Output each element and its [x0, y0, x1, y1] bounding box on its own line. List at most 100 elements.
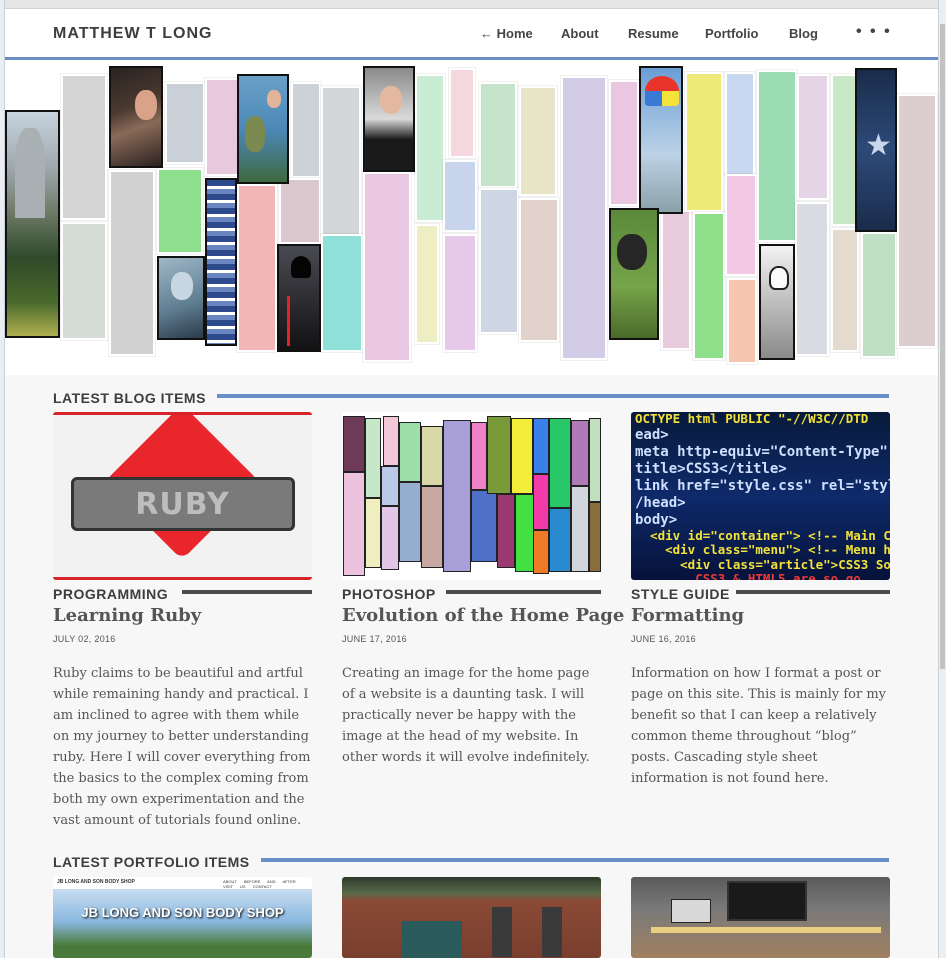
- banner-tile: [861, 232, 897, 358]
- post-title[interactable]: Formatting: [631, 605, 744, 626]
- nav-home[interactable]: ← Home: [480, 26, 533, 41]
- banner-tile: [561, 76, 607, 360]
- portfolio-thumbnail-bodyshop[interactable]: JB LONG AND SON BODY SHOP ABOUT BEFORE A…: [53, 877, 312, 958]
- code-line: body>: [635, 511, 678, 528]
- selfie-photo: [109, 66, 163, 168]
- banner-tile: [363, 172, 411, 362]
- vertical-scrollbar[interactable]: [938, 0, 946, 958]
- code-line: <div id="container"> <!-- Main Co: [635, 527, 890, 543]
- post-excerpt: Information on how I format a post or pa…: [631, 666, 886, 786]
- banner-tile: [725, 174, 757, 276]
- parasail-photo: [639, 66, 683, 214]
- yosemite-photo: [5, 110, 60, 338]
- banner-tile: [757, 70, 797, 242]
- banner-tile: [443, 234, 477, 352]
- post-date: JULY 02, 2016: [53, 634, 116, 644]
- post-excerpt: Ruby claims to be beautiful and artful w…: [53, 666, 311, 828]
- code-line: title>CSS3</title>: [635, 460, 787, 477]
- portfolio-thumbnail-building[interactable]: [342, 877, 601, 958]
- nav-about[interactable]: About: [561, 26, 599, 41]
- banner-tile: [61, 74, 107, 220]
- blog-section-rule: [217, 394, 889, 398]
- nav-portfolio[interactable]: Portfolio: [705, 26, 758, 41]
- thumb-nav-item: CONTACT: [252, 884, 272, 889]
- post-category[interactable]: PHOTOSHOP: [342, 586, 436, 602]
- post-date: JUNE 17, 2016: [342, 634, 407, 644]
- banner-tile: [157, 168, 203, 254]
- nav-resume[interactable]: Resume: [628, 26, 679, 41]
- banner-tile: [415, 224, 439, 344]
- blog-section-heading: LATEST BLOG ITEMS: [53, 390, 206, 406]
- nav-blog[interactable]: Blog: [789, 26, 818, 41]
- banner-tile: [291, 82, 321, 178]
- banner-tile: [205, 78, 239, 176]
- stormtrooper-photo: [759, 244, 795, 360]
- category-rule: [736, 590, 890, 594]
- scrollbar-thumb[interactable]: [940, 24, 945, 669]
- banner-tile: [831, 74, 857, 226]
- post-excerpt: Creating an image for the home page of a…: [342, 666, 590, 765]
- portfolio-thumbnail-desk[interactable]: [631, 877, 890, 958]
- banner-tile: [519, 86, 557, 196]
- thumb-headline: JB LONG AND SON BODY SHOP: [81, 905, 284, 920]
- post-category[interactable]: STYLE GUIDE: [631, 586, 730, 602]
- banner-tile: [165, 82, 205, 164]
- banner-tile: [479, 82, 517, 188]
- banner-tile: [795, 202, 829, 356]
- fishing-photo: [237, 74, 289, 184]
- banner-tile: [449, 68, 475, 158]
- ruby-thumb-text: RUBY: [135, 487, 230, 522]
- banner-tile: [897, 94, 937, 348]
- window-top-bar: [0, 0, 946, 9]
- banner-tile: [237, 184, 277, 352]
- code-line: link href="style.css" rel="style: [635, 477, 890, 494]
- hero-banner: ★: [5, 60, 938, 375]
- site-header: MATTHEW T LONG ← Home About Resume Portf…: [5, 9, 938, 59]
- category-rule: [446, 590, 601, 594]
- banner-tile: [693, 212, 725, 360]
- banner-tile: [725, 72, 755, 176]
- post-date: JUNE 16, 2016: [631, 634, 696, 644]
- banner-tile: [109, 170, 155, 356]
- stadium-photo: [205, 178, 237, 346]
- post-title[interactable]: Learning Ruby: [53, 605, 201, 626]
- thumb-nav-item: VISIT US: [223, 884, 246, 889]
- nav-more-button[interactable]: • • •: [856, 23, 892, 41]
- thumb-nav: ABOUT BEFORE AND AFTER VISIT US CONTACT: [223, 879, 312, 889]
- code-line: ead>: [635, 426, 669, 443]
- banner-tile: [415, 74, 445, 222]
- thumb-site-name: JB LONG AND SON BODY SHOP: [57, 879, 135, 885]
- portrait-photo: [363, 66, 415, 172]
- banner-tile: [797, 74, 829, 200]
- post-thumbnail-code[interactable]: OCTYPE html PUBLIC "-//W3C//DTD ead> met…: [631, 412, 890, 580]
- code-line: /head>: [635, 494, 686, 511]
- code-line: <div class="article">CSS3 Sou: [635, 556, 890, 572]
- banner-tile: [279, 178, 321, 244]
- banner-tile: [479, 188, 519, 334]
- post-thumbnail-homepage[interactable]: [342, 412, 601, 580]
- banner-tile: [727, 278, 757, 364]
- banner-tile: [519, 198, 559, 342]
- category-rule: [182, 590, 312, 594]
- post-title[interactable]: Evolution of the Home Page: [342, 605, 624, 626]
- code-line: OCTYPE html PUBLIC "-//W3C//DTD: [635, 412, 869, 426]
- banner-tile: [661, 210, 691, 350]
- portfolio-section-rule: [261, 858, 889, 862]
- code-line: CSS3 & HTML5 are so go: [635, 571, 861, 580]
- banner-tile: [685, 72, 723, 212]
- banner-tile: [609, 80, 639, 206]
- banner-tile: [321, 234, 363, 352]
- banner-tile: [321, 86, 361, 236]
- code-line: <div class="menu"> <!-- Menu here: [635, 542, 890, 557]
- banner-tile: [443, 160, 477, 232]
- post-category[interactable]: PROGRAMMING: [53, 586, 168, 602]
- portfolio-section-heading: LATEST PORTFOLIO ITEMS: [53, 854, 250, 870]
- cowboys-photo: ★: [855, 68, 897, 232]
- post-thumbnail-ruby[interactable]: RUBY: [53, 412, 312, 580]
- dog-photo: [609, 208, 659, 340]
- banner-tile: [61, 222, 107, 340]
- banner-tile: [831, 228, 859, 352]
- night-king-photo: [157, 256, 205, 340]
- site-title[interactable]: MATTHEW T LONG: [53, 25, 212, 43]
- vader-photo: [277, 244, 321, 352]
